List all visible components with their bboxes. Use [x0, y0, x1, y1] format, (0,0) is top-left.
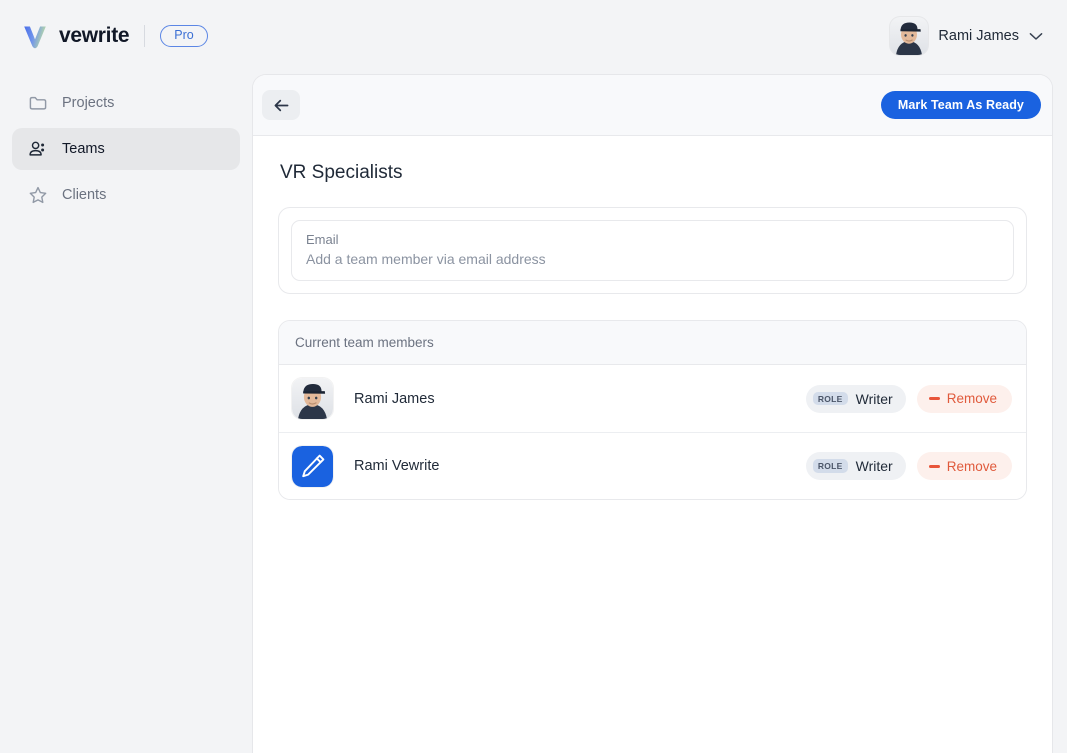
sidebar-item-label: Projects: [62, 95, 115, 111]
add-member-card: Email Add a team member via email addres…: [278, 207, 1027, 294]
avatar: [890, 17, 929, 55]
sidebar-item-projects[interactable]: Projects: [12, 82, 240, 124]
sidebar-item-clients[interactable]: Clients: [12, 174, 240, 216]
minus-icon: [928, 464, 940, 468]
role-selector[interactable]: ROLE Writer: [805, 384, 906, 413]
team-members-header: Current team members: [279, 321, 1026, 365]
panel-body: VR Specialists Email Add a team member v…: [253, 136, 1052, 500]
remove-label: Remove: [946, 391, 997, 406]
sidebar: Projects Teams Clients: [0, 72, 252, 753]
brand-divider: [144, 25, 146, 47]
users-icon: [29, 141, 45, 156]
user-name: Rami James: [938, 28, 1019, 44]
email-placeholder: Add a team member via email address: [306, 251, 546, 267]
mark-team-ready-button[interactable]: Mark Team As Ready: [880, 91, 1041, 119]
sidebar-item-teams[interactable]: Teams: [12, 128, 240, 170]
email-label: Email: [306, 232, 339, 247]
table-row[interactable]: Rami James ROLE Writer Remove: [279, 365, 1026, 432]
remove-member-button[interactable]: Remove: [916, 384, 1012, 413]
v-logo-icon: [24, 26, 46, 49]
role-selector[interactable]: ROLE Writer: [805, 452, 906, 480]
plan-badge[interactable]: Pro: [160, 25, 208, 47]
arrow-left-icon: [274, 99, 288, 111]
user-menu[interactable]: Rami James: [890, 17, 1043, 55]
panel-toolbar: Mark Team As Ready: [253, 75, 1052, 136]
content-panel: Mark Team As Ready VR Specialists Email …: [252, 74, 1053, 753]
role-value: Writer: [855, 390, 893, 407]
star-icon: [29, 186, 47, 204]
brand-name: vewrite: [59, 24, 130, 47]
minus-icon: [928, 397, 940, 400]
sidebar-item-label: Clients: [62, 187, 107, 203]
back-button[interactable]: [262, 90, 300, 120]
role-tag-label: ROLE: [812, 459, 848, 473]
team-members-card: Current team members Rami James ROLE Wri…: [278, 320, 1027, 500]
app-root: vewrite Pro Rami James Projects Teams Cl…: [0, 0, 1067, 753]
pencil-avatar-icon: [292, 445, 333, 487]
top-header: vewrite Pro Rami James: [0, 0, 1067, 72]
avatar: [292, 378, 333, 419]
role-value: Writer: [855, 458, 893, 474]
brand[interactable]: vewrite Pro: [22, 22, 208, 50]
member-name: Rami Vewrite: [354, 458, 440, 474]
member-name: Rami James: [354, 390, 435, 407]
role-tag-label: ROLE: [812, 391, 848, 406]
team-members-header-label: Current team members: [295, 335, 434, 350]
chevron-down-icon[interactable]: [1029, 32, 1043, 41]
folder-icon: [29, 96, 47, 110]
sidebar-item-label: Teams: [62, 141, 105, 157]
page-title: VR Specialists: [280, 162, 403, 183]
remove-label: Remove: [946, 458, 997, 474]
table-row[interactable]: Rami Vewrite ROLE Writer Remove: [279, 432, 1026, 499]
email-input[interactable]: Email Add a team member via email addres…: [291, 220, 1014, 281]
remove-member-button[interactable]: Remove: [916, 452, 1012, 480]
